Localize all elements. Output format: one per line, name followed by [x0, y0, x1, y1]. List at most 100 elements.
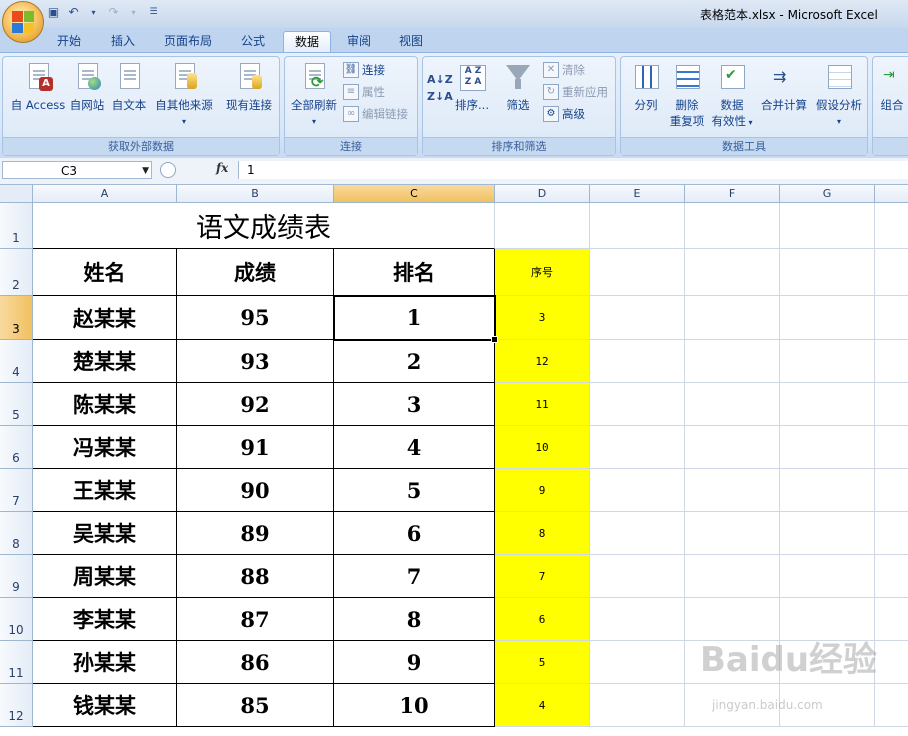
cell[interactable]	[590, 598, 685, 641]
cell[interactable]	[590, 555, 685, 598]
table-cell[interactable]: 87	[177, 598, 334, 641]
group-button[interactable]: ⇥ 组合	[875, 61, 908, 113]
data-validation-button[interactable]: ✔ 数据 有效性 ▾	[709, 61, 755, 129]
cell[interactable]	[780, 426, 875, 469]
cell[interactable]	[685, 426, 780, 469]
select-all-corner[interactable]	[0, 185, 33, 203]
cell[interactable]	[685, 469, 780, 512]
filter-button[interactable]: 筛选	[497, 61, 539, 113]
cell[interactable]	[590, 469, 685, 512]
table-cell[interactable]: 冯某某	[33, 426, 177, 469]
cell[interactable]	[590, 426, 685, 469]
serial-cell[interactable]: 4	[495, 684, 590, 727]
cell[interactable]	[780, 512, 875, 555]
cell[interactable]	[590, 512, 685, 555]
tab-insert[interactable]: 插入	[101, 31, 145, 52]
cell[interactable]	[590, 249, 685, 296]
table-cell[interactable]: 90	[177, 469, 334, 512]
serial-cell[interactable]: 8	[495, 512, 590, 555]
cell[interactable]	[875, 340, 908, 383]
cell[interactable]	[590, 296, 685, 340]
cell[interactable]	[875, 203, 908, 249]
cell[interactable]	[875, 641, 908, 684]
cell[interactable]	[780, 555, 875, 598]
reapply-button[interactable]: ↻ 重新应用	[543, 84, 608, 100]
formula-input[interactable]: 1	[238, 161, 908, 179]
cell[interactable]	[780, 296, 875, 340]
table-cell[interactable]: 6	[334, 512, 495, 555]
table-cell[interactable]: 陈某某	[33, 383, 177, 426]
cell[interactable]	[780, 383, 875, 426]
header-cell-b2[interactable]: 成绩	[177, 249, 334, 296]
table-cell[interactable]: 89	[177, 512, 334, 555]
cell[interactable]	[780, 340, 875, 383]
cell[interactable]	[780, 469, 875, 512]
from-web-button[interactable]: 自网站	[67, 61, 107, 113]
serial-cell[interactable]: 5	[495, 641, 590, 684]
table-cell[interactable]: 吴某某	[33, 512, 177, 555]
row-header-10[interactable]: 10	[0, 598, 33, 641]
column-header-g[interactable]: G	[780, 185, 875, 203]
table-cell[interactable]: 周某某	[33, 555, 177, 598]
table-cell[interactable]: 楚某某	[33, 340, 177, 383]
row-header-9[interactable]: 9	[0, 555, 33, 598]
tab-home[interactable]: 开始	[47, 31, 91, 52]
serial-cell[interactable]: 6	[495, 598, 590, 641]
cell[interactable]	[685, 340, 780, 383]
table-cell[interactable]: 10	[334, 684, 495, 727]
cell[interactable]	[875, 512, 908, 555]
cell[interactable]	[875, 684, 908, 727]
office-button[interactable]	[2, 1, 44, 43]
properties-button[interactable]: ≡ 属性	[343, 84, 385, 100]
table-cell[interactable]: 9	[334, 641, 495, 684]
customize-qat-icon[interactable]: ☰	[146, 5, 161, 20]
row-header-5[interactable]: 5	[0, 383, 33, 426]
tab-view[interactable]: 视图	[389, 31, 433, 52]
tab-review[interactable]: 审阅	[337, 31, 381, 52]
row-header-8[interactable]: 8	[0, 512, 33, 555]
cell[interactable]	[685, 296, 780, 340]
cell[interactable]	[590, 340, 685, 383]
from-access-button[interactable]: A 自 Access	[7, 61, 69, 113]
table-cell[interactable]: 3	[334, 383, 495, 426]
cell[interactable]	[685, 383, 780, 426]
row-header-6[interactable]: 6	[0, 426, 33, 469]
table-cell[interactable]: 4	[334, 426, 495, 469]
row-header-3[interactable]: 3	[0, 296, 33, 340]
cell[interactable]	[780, 203, 875, 249]
table-cell[interactable]: 8	[334, 598, 495, 641]
cell[interactable]	[875, 383, 908, 426]
cell[interactable]	[875, 426, 908, 469]
header-cell-d2[interactable]: 序号	[495, 249, 590, 296]
refresh-all-button[interactable]: ⟳ 全部刷新 ▾	[287, 61, 341, 127]
row-header-1[interactable]: 1	[0, 203, 33, 249]
table-cell[interactable]: 王某某	[33, 469, 177, 512]
cell[interactable]	[875, 598, 908, 641]
serial-cell[interactable]: 11	[495, 383, 590, 426]
cell[interactable]	[685, 512, 780, 555]
tab-data[interactable]: 数据	[283, 31, 331, 53]
column-header-a[interactable]: A	[33, 185, 177, 203]
cell[interactable]	[590, 641, 685, 684]
serial-cell[interactable]: 10	[495, 426, 590, 469]
row-header-12[interactable]: 12	[0, 684, 33, 727]
table-cell[interactable]: 赵某某	[33, 296, 177, 340]
row-header-7[interactable]: 7	[0, 469, 33, 512]
column-header-f[interactable]: F	[685, 185, 780, 203]
header-cell-c2[interactable]: 排名	[334, 249, 495, 296]
serial-cell[interactable]: 3	[495, 296, 590, 340]
undo-icon[interactable]: ↶	[66, 5, 81, 20]
column-header-c[interactable]: C	[334, 185, 495, 203]
connections-button[interactable]: ⛓ 连接	[343, 62, 385, 78]
cell[interactable]	[875, 469, 908, 512]
cell[interactable]	[590, 684, 685, 727]
cell[interactable]	[685, 555, 780, 598]
serial-cell[interactable]: 9	[495, 469, 590, 512]
row-header-11[interactable]: 11	[0, 641, 33, 684]
insert-function-button[interactable]: fx	[216, 161, 228, 175]
header-cell-a2[interactable]: 姓名	[33, 249, 177, 296]
column-header-d[interactable]: D	[495, 185, 590, 203]
row-header-2[interactable]: 2	[0, 249, 33, 296]
table-cell[interactable]: 85	[177, 684, 334, 727]
edit-links-button[interactable]: ∞ 编辑链接	[343, 106, 408, 122]
